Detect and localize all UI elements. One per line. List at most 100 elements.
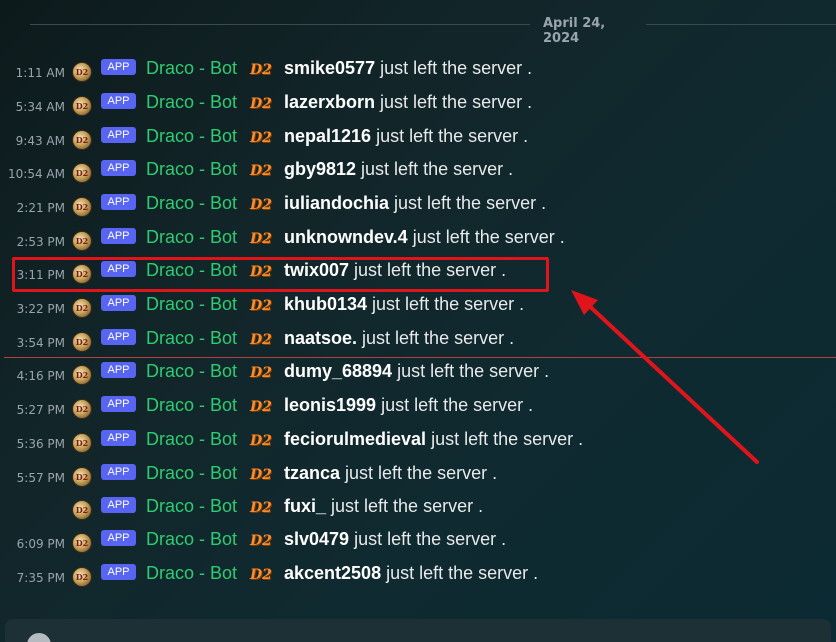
message-suffix: just left the server . (357, 328, 515, 348)
message-timestamp[interactable]: 3:54 PM (17, 336, 65, 350)
message-text: nepal1216 just left the server . (284, 126, 528, 147)
bot-username[interactable]: Draco - Bot (146, 193, 237, 214)
bot-username[interactable]: Draco - Bot (146, 294, 237, 315)
message-text: smike0577 just left the server . (284, 58, 532, 79)
message-timestamp[interactable]: 5:34 AM (16, 100, 65, 114)
message-suffix: just left the server . (392, 361, 550, 381)
bot-username[interactable]: Draco - Bot (146, 126, 237, 147)
draco-bot-avatar-icon[interactable]: D2 (72, 500, 92, 520)
draco-bot-avatar-icon[interactable]: D2 (72, 298, 92, 318)
message-composer[interactable] (5, 619, 831, 642)
app-badge: APP (101, 430, 136, 446)
message-suffix: just left the server . (389, 193, 547, 213)
message-row[interactable]: 5:34 AM D2 APP Draco - Bot D2 lazerxborn just… (0, 89, 836, 123)
draco-bot-avatar-icon[interactable]: D2 (72, 533, 92, 553)
bot-username[interactable]: Draco - Bot (146, 463, 237, 484)
message-row[interactable]: 7:35 PM D2 APP Draco - Bot D2 akcent2508 just… (0, 560, 836, 594)
message-timestamp[interactable]: 5:57 PM (17, 471, 65, 485)
d2-logo-icon: D2 (250, 567, 272, 583)
message-timestamp[interactable]: 4:16 PM (17, 369, 65, 383)
message-row[interactable]: D2 APP Draco - Bot D2 fuxi_ just left the se… (0, 493, 836, 527)
app-badge: APP (101, 194, 136, 210)
message-timestamp[interactable]: 1:11 AM (16, 66, 65, 80)
bot-username[interactable]: Draco - Bot (146, 361, 237, 382)
highlight-annotation-box (12, 257, 549, 292)
message-row[interactable]: 5:36 PM D2 APP Draco - Bot D2 feciorulmedieva… (0, 426, 836, 460)
d2-logo-icon: D2 (250, 433, 272, 449)
add-attachment-icon[interactable] (27, 633, 51, 642)
message-row[interactable]: 2:21 PM D2 APP Draco - Bot D2 iuliandochia ju… (0, 190, 836, 224)
left-user-name: akcent2508 (284, 563, 382, 583)
draco-bot-avatar-icon[interactable]: D2 (72, 62, 92, 82)
left-user-name: feciorulmedieval (284, 429, 427, 449)
message-suffix: just left the server . (371, 126, 529, 146)
message-row[interactable]: 10:54 AM D2 APP Draco - Bot D2 gby9812 just l… (0, 156, 836, 190)
app-badge: APP (101, 396, 136, 412)
bot-username[interactable]: Draco - Bot (146, 159, 237, 180)
bot-username[interactable]: Draco - Bot (146, 92, 237, 113)
message-timestamp[interactable]: 10:54 AM (8, 167, 65, 181)
bot-username[interactable]: Draco - Bot (146, 429, 237, 450)
bot-username[interactable]: Draco - Bot (146, 227, 237, 248)
d2-logo-icon: D2 (250, 533, 272, 549)
message-timestamp[interactable]: 2:53 PM (17, 235, 65, 249)
d2-logo-icon: D2 (250, 96, 272, 112)
left-user-name: dumy_68894 (284, 361, 393, 381)
draco-bot-avatar-icon[interactable]: D2 (72, 399, 92, 419)
bot-username[interactable]: Draco - Bot (146, 395, 237, 416)
date-label: April 24, 2024 (543, 16, 606, 46)
message-text: slv0479 just left the server . (284, 529, 506, 550)
draco-bot-avatar-icon[interactable]: D2 (72, 433, 92, 453)
divider-line-right (646, 24, 836, 25)
message-row[interactable]: 6:09 PM D2 APP Draco - Bot D2 slv0479 just le… (0, 526, 836, 560)
message-row[interactable]: 3:22 PM D2 APP Draco - Bot D2 khub0134 just l… (0, 291, 836, 325)
draco-bot-avatar-icon[interactable]: D2 (72, 332, 92, 352)
message-row[interactable]: 9:43 AM D2 APP Draco - Bot D2 nepal1216 just … (0, 123, 836, 157)
bot-username[interactable]: Draco - Bot (146, 563, 237, 584)
draco-bot-avatar-icon[interactable]: D2 (72, 365, 92, 385)
message-text: feciorulmedieval just left the server . (284, 429, 583, 450)
app-badge: APP (101, 127, 136, 143)
message-timestamp[interactable]: 3:22 PM (17, 302, 65, 316)
left-user-name: khub0134 (284, 294, 368, 314)
bot-username[interactable]: Draco - Bot (146, 328, 237, 349)
message-text: gby9812 just left the server . (284, 159, 513, 180)
draco-bot-avatar-icon[interactable]: D2 (72, 467, 92, 487)
message-row[interactable]: 2:53 PM D2 APP Draco - Bot D2 unknowndev.4 ju… (0, 224, 836, 258)
message-timestamp[interactable]: 9:43 AM (16, 134, 65, 148)
app-badge: APP (101, 362, 136, 378)
left-user-name: gby9812 (284, 159, 357, 179)
message-suffix: just left the server . (340, 463, 498, 483)
message-timestamp[interactable]: 5:36 PM (17, 437, 65, 451)
draco-bot-avatar-icon[interactable]: D2 (72, 197, 92, 217)
message-suffix: just left the server . (326, 496, 484, 516)
draco-bot-avatar-icon[interactable]: D2 (72, 96, 92, 116)
message-row[interactable]: 1:11 AM D2 APP Draco - Bot D2 smike0577 just … (0, 55, 836, 89)
message-text: naatsoe. just left the server . (284, 328, 514, 349)
bot-username[interactable]: Draco - Bot (146, 58, 237, 79)
message-timestamp[interactable]: 2:21 PM (17, 201, 65, 215)
app-badge: APP (101, 530, 136, 546)
message-suffix: just left the server . (375, 58, 533, 78)
d2-logo-icon: D2 (250, 365, 272, 381)
message-text: leonis1999 just left the server . (284, 395, 533, 416)
d2-logo-icon: D2 (250, 332, 272, 348)
message-row[interactable]: 4:16 PM D2 APP Draco - Bot D2 dumy_68894 just… (0, 358, 836, 392)
message-row[interactable]: 3:54 PM D2 APP Draco - Bot D2 naatsoe. just l… (0, 325, 836, 359)
bot-username[interactable]: Draco - Bot (146, 529, 237, 550)
bot-username[interactable]: Draco - Bot (146, 496, 237, 517)
message-timestamp[interactable]: 6:09 PM (17, 537, 65, 551)
draco-bot-avatar-icon[interactable]: D2 (72, 163, 92, 183)
message-text: lazerxborn just left the server . (284, 92, 532, 113)
divider-line-left (30, 24, 530, 25)
draco-bot-avatar-icon[interactable]: D2 (72, 130, 92, 150)
message-row[interactable]: 5:27 PM D2 APP Draco - Bot D2 leonis1999 just… (0, 392, 836, 426)
left-user-name: tzanca (284, 463, 341, 483)
message-timestamp[interactable]: 5:27 PM (17, 403, 65, 417)
message-row[interactable]: 5:57 PM D2 APP Draco - Bot D2 tzanca just lef… (0, 460, 836, 494)
draco-bot-avatar-icon[interactable]: D2 (72, 567, 92, 587)
message-suffix: just left the server . (367, 294, 525, 314)
draco-bot-avatar-icon[interactable]: D2 (72, 231, 92, 251)
app-badge: APP (101, 329, 136, 345)
message-timestamp[interactable]: 7:35 PM (17, 571, 65, 585)
